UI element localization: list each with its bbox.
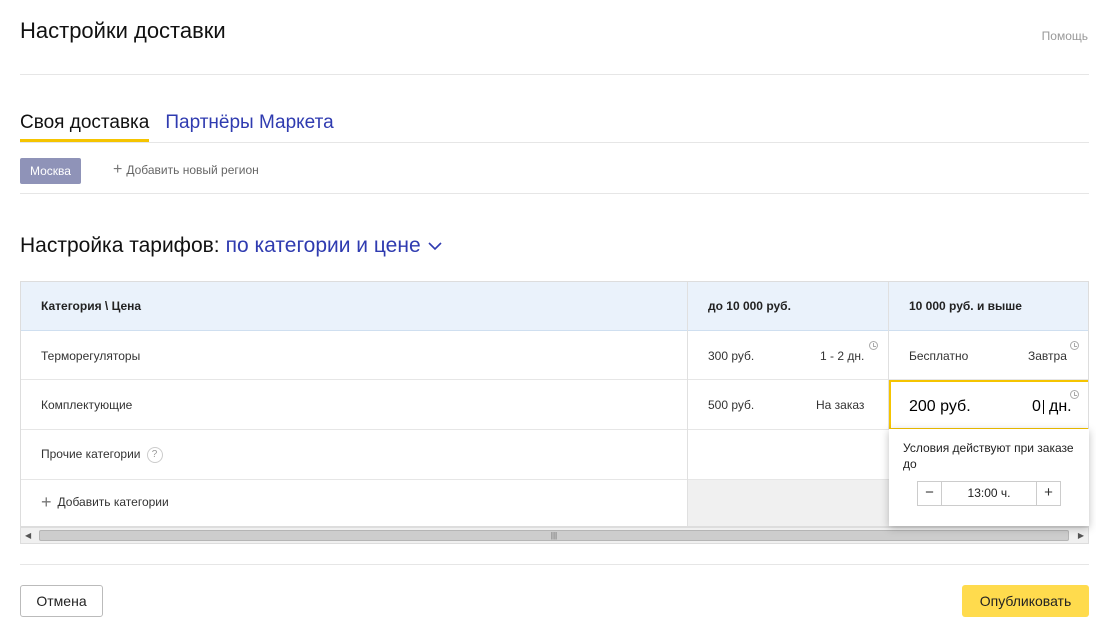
days-value: 0	[1032, 398, 1041, 415]
plus-icon: +	[113, 161, 123, 178]
add-category-label: Добавить категории	[57, 495, 169, 509]
cell-price[interactable]: 300 руб.	[708, 349, 754, 363]
scroll-left-icon[interactable]: ◀	[25, 531, 31, 540]
cell-term[interactable]: 1 - 2 дн.	[820, 349, 864, 363]
tariffs-heading: Настройка тарифов: по категории и цене	[20, 234, 443, 258]
days-input[interactable]: 0	[1032, 398, 1044, 416]
scroll-thumb[interactable]: |||	[39, 530, 1069, 541]
divider	[20, 74, 1089, 75]
cancel-button[interactable]: Отмена	[20, 585, 103, 617]
tariff-mode-dropdown[interactable]: по категории и цене	[226, 234, 443, 258]
tab-market-partners[interactable]: Партнёры Маркета	[165, 112, 333, 142]
row-category-wrap: Прочие категории?	[41, 447, 163, 463]
increment-button[interactable]: +	[1036, 482, 1060, 505]
column-divider	[687, 282, 688, 526]
clock-icon	[1070, 341, 1079, 350]
decrement-button[interactable]: −	[918, 482, 942, 505]
clock-icon	[869, 341, 878, 350]
add-region-label: Добавить новый регион	[126, 163, 259, 177]
header-price-1: до 10 000 руб.	[708, 299, 791, 313]
tab-own-delivery[interactable]: Своя доставка	[20, 112, 150, 142]
tariff-mode-label: по категории и цене	[225, 234, 421, 257]
row-category: Прочие категории	[41, 447, 141, 462]
time-stepper: − 13:00 ч. +	[917, 481, 1061, 506]
tabs: Своя доставка Партнёры Маркета	[20, 112, 334, 142]
chevron-down-icon	[428, 242, 442, 251]
time-input[interactable]: 13:00 ч.	[942, 482, 1036, 505]
help-link[interactable]: Помощь	[1042, 29, 1088, 43]
order-time-popup: Условия действуют при заказе до − 13:00 …	[889, 429, 1089, 526]
table-header: Категория \ Цена до 10 000 руб. 10 000 р…	[21, 282, 1088, 331]
scroll-right-icon[interactable]: ▶	[1078, 531, 1084, 540]
cell-term[interactable]: Завтра	[1028, 349, 1067, 363]
horizontal-scrollbar[interactable]: ◀ ||| ▶	[20, 527, 1089, 544]
cell-price[interactable]: Бесплатно	[909, 349, 968, 363]
plus-icon: +	[41, 492, 52, 512]
add-category-button[interactable]: + Добавить категории	[41, 492, 169, 512]
days-unit: дн.	[1049, 398, 1072, 415]
text-caret	[1042, 399, 1044, 414]
divider	[20, 564, 1089, 565]
help-icon[interactable]: ?	[146, 447, 163, 463]
header-category: Категория \ Цена	[41, 299, 142, 313]
page-title: Настройки доставки	[20, 18, 226, 43]
header-price-2: 10 000 руб. и выше	[909, 299, 1022, 313]
popup-text: Условия действуют при заказе до	[903, 441, 1074, 471]
add-region-button[interactable]: + Добавить новый регион	[113, 161, 259, 178]
cell-term[interactable]: На заказ	[816, 398, 864, 412]
selected-cell[interactable]: 200 руб. 0 дн.	[889, 380, 1088, 430]
row-category: Терморегуляторы	[41, 349, 141, 363]
table-row: Терморегуляторы 300 руб. 1 - 2 дн. Беспл…	[21, 331, 1088, 380]
divider	[20, 193, 1089, 194]
divider	[20, 142, 1089, 143]
cell-price[interactable]: 500 руб.	[708, 398, 754, 412]
row-category: Комплектующие	[41, 398, 133, 412]
publish-button[interactable]: Опубликовать	[962, 585, 1089, 617]
tariffs-title: Настройка тарифов:	[20, 234, 220, 257]
clock-icon[interactable]	[1070, 390, 1079, 399]
region-moscow[interactable]: Москва	[20, 158, 81, 184]
cell-price-input[interactable]: 200 руб.	[909, 398, 971, 416]
grip-icon: |||	[550, 531, 558, 540]
